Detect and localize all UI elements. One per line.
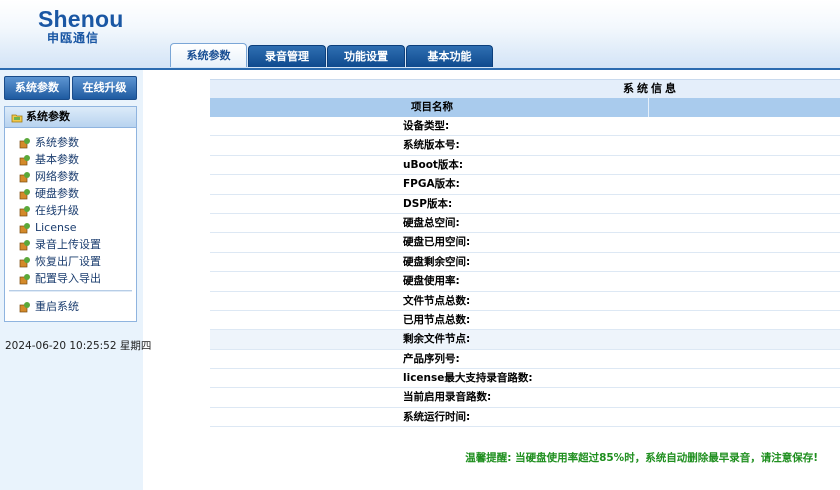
- table-row: 硬盘总空间:: [210, 214, 840, 234]
- row-label: 当前启用录音路数:: [403, 391, 492, 404]
- menu-box: 系统参数 系统参数 基本参数 网络参数 硬盘参数 在线升级 License 录音…: [4, 106, 137, 322]
- row-label: license最大支持录音路数:: [403, 372, 533, 385]
- menu-item-label: 硬盘参数: [35, 187, 79, 200]
- menu-item-disk-params[interactable]: 硬盘参数: [5, 185, 136, 202]
- settings-icon: [19, 273, 31, 285]
- settings-icon: [19, 171, 31, 183]
- row-label: 产品序列号:: [403, 352, 460, 365]
- logo: Shenou 申瓯通信: [38, 6, 124, 44]
- menu-item-network-params[interactable]: 网络参数: [5, 168, 136, 185]
- row-label: DSP版本:: [403, 197, 453, 210]
- online-upgrade-button[interactable]: 在线升级: [72, 76, 137, 100]
- table-row: 硬盘剩余空间:: [210, 253, 840, 273]
- menu-item-config-import-export[interactable]: 配置导入导出: [5, 270, 136, 287]
- settings-icon: [19, 256, 31, 268]
- row-label: 系统运行时间:: [403, 410, 471, 423]
- table-row: 硬盘已用空间:: [210, 233, 840, 253]
- menu-item-label: 恢复出厂设置: [35, 255, 101, 268]
- tab-function-settings[interactable]: 功能设置: [327, 45, 405, 67]
- table-row: 产品序列号:: [210, 350, 840, 370]
- system-params-button[interactable]: 系统参数: [4, 76, 70, 100]
- menu-list: 系统参数 基本参数 网络参数 硬盘参数 在线升级 License 录音上传设置 …: [5, 128, 136, 315]
- menu-title: 系统参数: [5, 107, 136, 128]
- row-label: 设备类型:: [403, 120, 450, 132]
- settings-icon: [19, 188, 31, 200]
- row-label: 硬盘已用空间:: [403, 236, 471, 249]
- menu-item-license[interactable]: License: [5, 219, 136, 236]
- menu-item-basic-params[interactable]: 基本参数: [5, 151, 136, 168]
- table-row: 系统运行时间:: [210, 408, 840, 428]
- menu-item-label: 录音上传设置: [35, 238, 101, 251]
- table-row: 文件节点总数:: [210, 292, 840, 311]
- table-row: FPGA版本:: [210, 175, 840, 195]
- row-label: uBoot版本:: [403, 158, 464, 171]
- tab-basic-functions[interactable]: 基本功能: [406, 45, 493, 67]
- tab-system-params[interactable]: 系统参数: [170, 43, 247, 67]
- menu-divider: [9, 290, 132, 292]
- table-row: 硬盘使用率:: [210, 272, 840, 292]
- column-divider: [648, 98, 649, 117]
- current-datetime: 2024-06-20 10:25:52 星期四: [5, 340, 152, 352]
- info-table: 设备类型: 系统版本号: uBoot版本: FPGA版本: DSP版本: 硬盘总…: [210, 117, 840, 428]
- menu-item-system-params[interactable]: 系统参数: [5, 134, 136, 151]
- row-label: 已用节点总数:: [403, 313, 471, 326]
- table-row: 当前启用录音路数:: [210, 388, 840, 408]
- settings-icon: [19, 137, 31, 149]
- table-row: 系统版本号:: [210, 136, 840, 156]
- menu-item-factory-reset[interactable]: 恢复出厂设置: [5, 253, 136, 270]
- table-row: DSP版本:: [210, 195, 840, 214]
- sidebar: 系统参数 在线升级 系统参数 系统参数 基本参数 网络参数 硬盘参数 在线升级 …: [0, 70, 151, 490]
- table-row: 剩余文件节点:: [210, 330, 840, 350]
- menu-item-label: 重启系统: [35, 300, 79, 313]
- menu-item-label: License: [35, 221, 77, 234]
- column-header: 项目名称: [210, 98, 840, 117]
- disk-usage-warning: 温馨提醒: 当硬盘使用率超过85%时，系统自动删除最早录音，请注意保存!: [465, 452, 818, 464]
- menu-item-label: 在线升级: [35, 204, 79, 217]
- menu-item-online-upgrade[interactable]: 在线升级: [5, 202, 136, 219]
- table-row: license最大支持录音路数:: [210, 369, 840, 389]
- column-header-name: 项目名称: [411, 101, 453, 113]
- row-label: 硬盘总空间:: [403, 216, 460, 229]
- main-tabs: 系统参数 录音管理 功能设置 基本功能: [170, 43, 494, 68]
- tab-recording-management[interactable]: 录音管理: [248, 45, 326, 67]
- row-label: 硬盘使用率:: [403, 275, 460, 288]
- row-label: 硬盘剩余空间:: [403, 255, 471, 268]
- settings-icon: [19, 301, 31, 313]
- logo-sub: 申瓯通信: [47, 31, 100, 45]
- settings-icon: [19, 154, 31, 166]
- table-row: 已用节点总数:: [210, 311, 840, 331]
- header: Shenou 申瓯通信 系统参数 录音管理 功能设置 基本功能: [0, 0, 840, 70]
- menu-item-label: 配置导入导出: [35, 272, 101, 285]
- logo-main: Shenou: [38, 6, 124, 32]
- settings-icon: [19, 222, 31, 234]
- info-title: 系统信息: [623, 82, 679, 95]
- folder-icon: [11, 111, 23, 123]
- menu-item-recording-upload[interactable]: 录音上传设置: [5, 236, 136, 253]
- table-row: uBoot版本:: [210, 156, 840, 176]
- menu-item-label: 系统参数: [35, 136, 79, 149]
- info-title-bar: 系统信息: [210, 79, 840, 98]
- row-label: 系统版本号:: [403, 139, 460, 152]
- settings-icon: [19, 205, 31, 217]
- menu-item-label: 网络参数: [35, 170, 79, 183]
- menu-item-reboot[interactable]: 重启系统: [5, 298, 136, 315]
- row-label: FPGA版本:: [403, 178, 460, 191]
- menu-item-label: 基本参数: [35, 153, 79, 166]
- table-row: 设备类型:: [210, 117, 840, 137]
- settings-icon: [19, 239, 31, 251]
- row-label: 文件节点总数:: [403, 294, 471, 307]
- row-label: 剩余文件节点:: [403, 333, 471, 346]
- menu-title-label: 系统参数: [26, 110, 70, 123]
